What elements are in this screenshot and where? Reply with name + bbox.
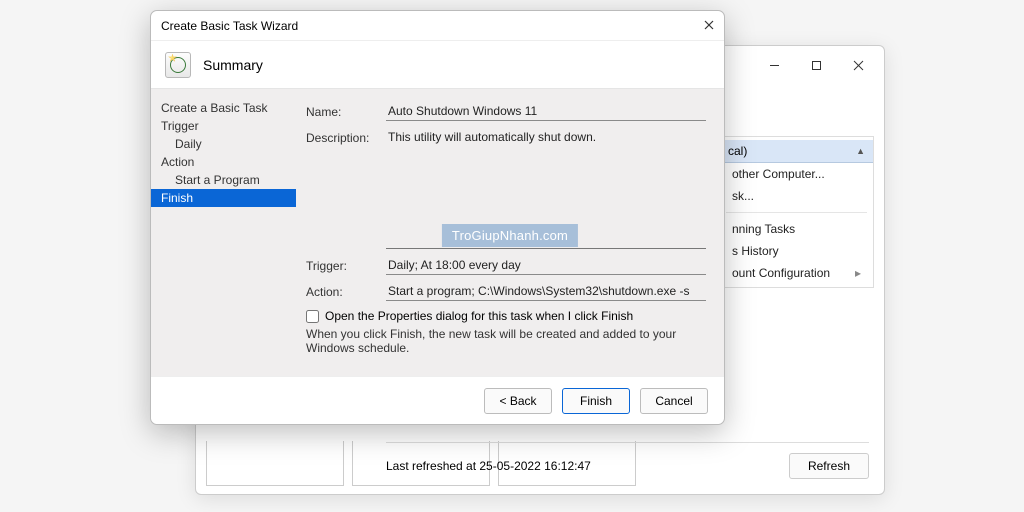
collapse-icon: ▲ xyxy=(856,146,865,156)
wizard-header: Summary xyxy=(151,41,724,89)
action-svc-config[interactable]: ount Configuration ▸ xyxy=(720,262,873,284)
open-properties-checkbox[interactable] xyxy=(306,310,319,323)
status-text: Last refreshed at 25-05-2022 16:12:47 xyxy=(386,459,591,473)
page-heading: Summary xyxy=(203,57,263,73)
action-create-basic[interactable]: sk... xyxy=(720,185,873,207)
wizard-title: Create Basic Task Wizard xyxy=(161,19,298,33)
refresh-button[interactable]: Refresh xyxy=(789,453,869,479)
back-button[interactable]: < Back xyxy=(484,388,552,414)
nav-action[interactable]: Action xyxy=(151,153,296,171)
actions-header-label: cal) xyxy=(728,144,747,158)
maximize-button[interactable] xyxy=(796,50,836,80)
description-label: Description: xyxy=(306,129,386,145)
wizard-content: Name: Auto Shutdown Windows 11 Descripti… xyxy=(296,89,724,376)
open-properties-label: Open the Properties dialog for this task… xyxy=(325,309,633,323)
nav-create-basic-task[interactable]: Create a Basic Task xyxy=(151,99,296,117)
actions-pane: cal) ▲ other Computer... sk... nning Tas… xyxy=(719,136,874,288)
status-bar: Last refreshed at 25-05-2022 16:12:47 Re… xyxy=(386,442,869,479)
action-value[interactable]: Start a program; C:\Windows\System32\shu… xyxy=(386,283,706,301)
watermark: TroGiupNhanh.com xyxy=(442,224,578,247)
wizard-close-button[interactable] xyxy=(684,19,714,33)
nav-finish[interactable]: Finish xyxy=(151,189,296,207)
name-label: Name: xyxy=(306,103,386,119)
action-history[interactable]: s History xyxy=(720,240,873,262)
action-svc-config-label: ount Configuration xyxy=(732,266,830,280)
close-button[interactable] xyxy=(838,50,878,80)
nav-action-start-program[interactable]: Start a Program xyxy=(151,171,296,189)
action-connect[interactable]: other Computer... xyxy=(720,163,873,185)
wizard-titlebar: Create Basic Task Wizard xyxy=(151,11,724,41)
nav-trigger[interactable]: Trigger xyxy=(151,117,296,135)
panel-box xyxy=(206,441,344,486)
wizard-button-row: < Back Finish Cancel xyxy=(151,376,724,424)
name-value[interactable]: Auto Shutdown Windows 11 xyxy=(386,103,706,121)
action-running-tasks[interactable]: nning Tasks xyxy=(720,218,873,240)
wizard-icon xyxy=(165,52,191,78)
wizard-nav: Create a Basic Task Trigger Daily Action… xyxy=(151,89,296,376)
wizard-hint: When you click Finish, the new task will… xyxy=(306,327,706,355)
cancel-button[interactable]: Cancel xyxy=(640,388,708,414)
actions-pane-header[interactable]: cal) ▲ xyxy=(720,140,873,163)
trigger-label: Trigger: xyxy=(306,257,386,273)
chevron-right-icon: ▸ xyxy=(855,266,861,280)
finish-button[interactable]: Finish xyxy=(562,388,630,414)
minimize-button[interactable] xyxy=(754,50,794,80)
separator xyxy=(726,212,867,213)
create-basic-task-wizard: Create Basic Task Wizard Summary Create … xyxy=(150,10,725,425)
trigger-value[interactable]: Daily; At 18:00 every day xyxy=(386,257,706,275)
action-label: Action: xyxy=(306,283,386,299)
nav-trigger-daily[interactable]: Daily xyxy=(151,135,296,153)
wizard-body: Create a Basic Task Trigger Daily Action… xyxy=(151,89,724,376)
